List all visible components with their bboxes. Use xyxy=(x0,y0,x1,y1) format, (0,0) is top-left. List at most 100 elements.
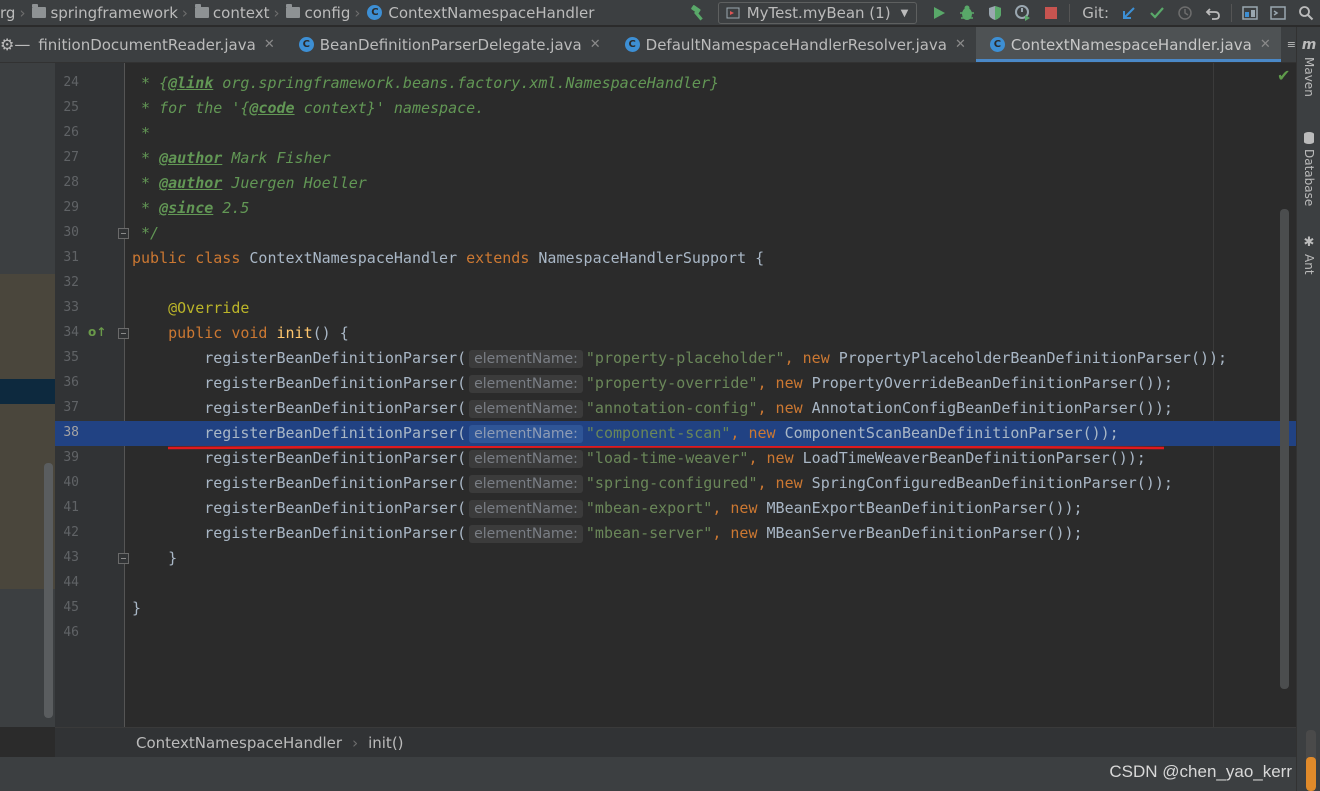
tab-bean-definition-parser-delegate[interactable]: C BeanDefinitionParserDelegate.java ✕ xyxy=(285,27,611,62)
toolbar-divider xyxy=(1231,4,1232,22)
editor-scrollbar[interactable] xyxy=(1280,209,1289,689)
breadcrumb-item-class[interactable]: C ContextNamespaceHandler xyxy=(361,4,594,22)
code-line[interactable]: 46 xyxy=(55,621,1296,646)
code-line[interactable]: 37 registerBeanDefinitionParser(elementN… xyxy=(55,396,1296,421)
code-text: * xyxy=(132,124,151,142)
code-line[interactable]: 25 * for the '{@code context}' namespace… xyxy=(55,96,1296,121)
code-line[interactable]: 32 xyxy=(55,271,1296,296)
folder-icon xyxy=(194,4,209,18)
gear-icon[interactable]: ⚙ xyxy=(0,27,14,62)
project-tree-selected-row[interactable] xyxy=(0,379,55,404)
line-number: 46 xyxy=(63,625,79,640)
breadcrumb-item-context[interactable]: context xyxy=(189,4,269,22)
code-text: @Override xyxy=(132,299,250,317)
code-text: } xyxy=(132,599,142,617)
watermark-text: CSDN @chen_yao_kerr xyxy=(1109,762,1292,781)
line-number: 29 xyxy=(63,200,79,215)
profiler-icon[interactable] xyxy=(1012,2,1034,24)
breadcrumb-method[interactable]: init() xyxy=(368,734,403,752)
fold-marker-icon[interactable] xyxy=(118,553,129,564)
memory-indicator[interactable] xyxy=(1306,730,1316,791)
inspection-ok-icon[interactable]: ✔ xyxy=(1277,66,1290,85)
git-history-icon[interactable] xyxy=(1174,2,1196,24)
close-icon[interactable]: ✕ xyxy=(590,37,601,52)
code-line[interactable]: 43 } xyxy=(55,546,1296,571)
tab-default-namespace-handler-resolver[interactable]: C DefaultNamespaceHandlerResolver.java ✕ xyxy=(611,27,976,62)
code-line[interactable]: 28 * @author Juergen Hoeller xyxy=(55,171,1296,196)
code-line[interactable]: 31 public class ContextNamespaceHandler e… xyxy=(55,246,1296,271)
collapse-icon[interactable]: — xyxy=(14,27,30,62)
code-line[interactable]: 26 * xyxy=(55,121,1296,146)
tool-window-label: Maven xyxy=(1302,57,1316,97)
run-configuration-select[interactable]: MyTest.myBean (1) ▼ xyxy=(717,2,918,24)
breadcrumb-item-config[interactable]: config xyxy=(280,4,350,22)
code-text: registerBeanDefinitionParser(elementName… xyxy=(132,424,1119,443)
stop-icon[interactable] xyxy=(1040,2,1062,24)
code-editor[interactable]: 24 * {@link org.springframework.beans.fa… xyxy=(55,63,1296,727)
search-icon[interactable] xyxy=(1295,2,1317,24)
tab-definition-document-reader[interactable]: finitionDocumentReader.java ✕ xyxy=(30,27,284,62)
project-tree-highlight xyxy=(0,274,55,379)
breadcrumb-item-springframework[interactable]: springframework xyxy=(26,4,178,22)
breadcrumb-item-org[interactable]: rg xyxy=(0,4,15,22)
tool-window-maven[interactable]: m Maven xyxy=(1297,37,1320,97)
memory-indicator-fill xyxy=(1306,757,1316,791)
build-hammer-icon[interactable] xyxy=(687,2,709,24)
class-icon: C xyxy=(298,37,314,52)
code-line[interactable]: 44 xyxy=(55,571,1296,596)
parameter-hint: elementName: xyxy=(469,450,583,468)
tool-window-ant[interactable]: ✱ Ant xyxy=(1297,235,1320,275)
code-line[interactable]: 27 * @author Mark Fisher xyxy=(55,146,1296,171)
code-line[interactable]: 24 * {@link org.springframework.beans.fa… xyxy=(55,71,1296,96)
git-rollback-icon[interactable] xyxy=(1202,2,1224,24)
close-icon[interactable]: ✕ xyxy=(264,37,275,52)
parameter-hint: elementName: xyxy=(469,425,583,443)
tab-context-namespace-handler[interactable]: C ContextNamespaceHandler.java ✕ xyxy=(975,27,1281,62)
code-text: * @author Mark Fisher xyxy=(132,149,331,167)
breadcrumb-class[interactable]: ContextNamespaceHandler xyxy=(136,734,342,752)
code-line[interactable]: 33 @Override xyxy=(55,296,1296,321)
code-text: * {@link org.springframework.beans.facto… xyxy=(132,74,720,92)
line-number: 28 xyxy=(63,175,79,190)
terminal-icon[interactable] xyxy=(1267,2,1289,24)
project-structure-icon[interactable] xyxy=(1239,2,1261,24)
run-config-icon xyxy=(726,7,740,19)
code-line[interactable]: 30 */ xyxy=(55,221,1296,246)
parameter-hint: elementName: xyxy=(469,400,583,418)
code-line[interactable]: 40 registerBeanDefinitionParser(elementN… xyxy=(55,471,1296,496)
line-number: 37 xyxy=(63,400,79,415)
project-panel[interactable] xyxy=(0,63,55,727)
tool-window-label: Ant xyxy=(1302,254,1316,275)
parameter-hint: elementName: xyxy=(469,525,583,543)
code-line[interactable]: 36 registerBeanDefinitionParser(elementN… xyxy=(55,371,1296,396)
code-line[interactable]: 35 registerBeanDefinitionParser(elementN… xyxy=(55,346,1296,371)
git-update-icon[interactable] xyxy=(1118,2,1140,24)
fold-marker-icon[interactable] xyxy=(118,328,129,339)
fold-marker-icon[interactable] xyxy=(118,228,129,239)
close-icon[interactable]: ✕ xyxy=(1260,37,1271,52)
tab-label: DefaultNamespaceHandlerResolver.java xyxy=(645,35,947,54)
code-line[interactable]: 38 registerBeanDefinitionParser(elementN… xyxy=(55,421,1296,446)
code-line[interactable]: 45} xyxy=(55,596,1296,621)
line-number: 30 xyxy=(63,225,79,240)
coverage-icon[interactable] xyxy=(984,2,1006,24)
project-panel-scrollbar[interactable] xyxy=(44,463,53,718)
git-commit-icon[interactable] xyxy=(1146,2,1168,24)
git-label: Git: xyxy=(1082,4,1109,22)
toolbar: MyTest.myBean (1) ▼ Git: xyxy=(683,0,1320,25)
run-icon[interactable] xyxy=(928,2,950,24)
breadcrumb-label: rg xyxy=(0,3,16,22)
code-text: registerBeanDefinitionParser(elementName… xyxy=(132,499,1083,518)
line-number: 44 xyxy=(63,575,79,590)
debug-icon[interactable] xyxy=(956,2,978,24)
tool-window-database[interactable]: Database xyxy=(1297,131,1320,206)
code-line[interactable]: 34 public void init() {o↑ xyxy=(55,321,1296,346)
close-icon[interactable]: ✕ xyxy=(955,37,966,52)
code-line[interactable]: 29 * @since 2.5 xyxy=(55,196,1296,221)
tab-label: ContextNamespaceHandler.java xyxy=(1010,35,1252,54)
code-line[interactable]: 41 registerBeanDefinitionParser(elementN… xyxy=(55,496,1296,521)
override-marker-icon[interactable]: o↑ xyxy=(88,325,106,339)
line-number: 25 xyxy=(63,100,79,115)
code-line[interactable]: 42 registerBeanDefinitionParser(elementN… xyxy=(55,521,1296,546)
line-number: 42 xyxy=(63,525,79,540)
